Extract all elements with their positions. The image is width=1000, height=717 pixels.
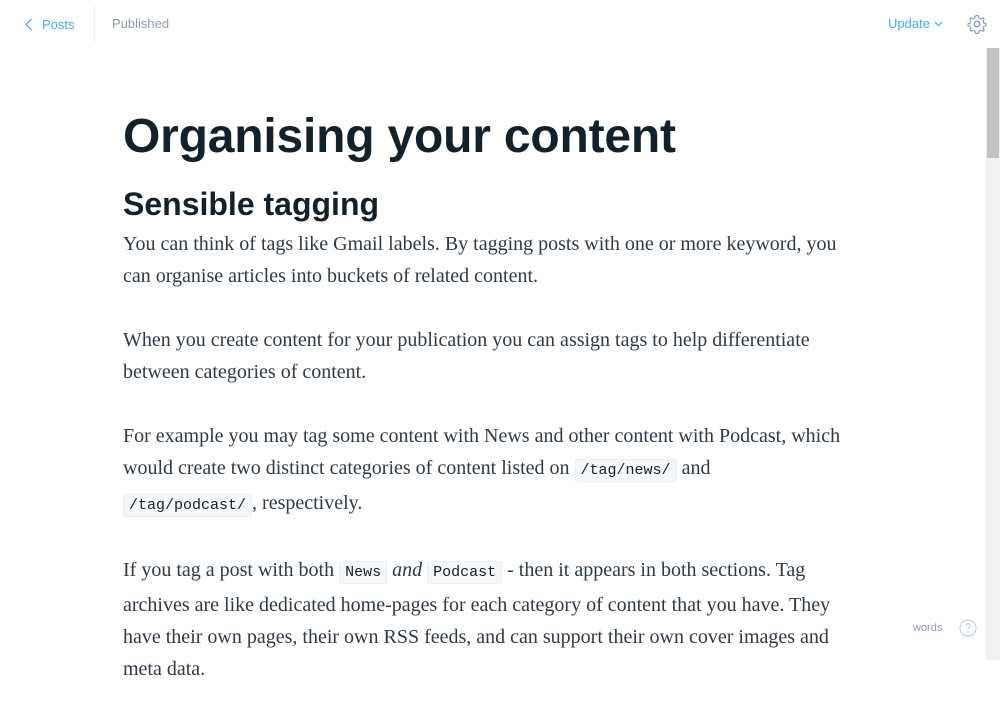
post-editor[interactable]: Organising your content Sensible tagging… <box>123 108 863 717</box>
header-divider <box>94 6 95 42</box>
paragraph-1: You can think of tags like Gmail labels.… <box>123 233 837 287</box>
inline-code: Podcast <box>427 561 503 584</box>
text-segment: For example you may tag some content wit… <box>123 425 841 479</box>
help-icon[interactable] <box>959 619 977 637</box>
scrollbar-thumb[interactable] <box>987 48 999 158</box>
update-label: Update <box>888 16 930 31</box>
inline-code: News <box>339 561 388 584</box>
text-segment: and <box>676 457 711 479</box>
editor-header: Posts Published Update <box>0 0 1000 48</box>
inline-code: /tag/news/ <box>574 459 677 482</box>
paragraph-2: When you create content for your publica… <box>123 329 810 383</box>
post-title[interactable]: Organising your content <box>123 108 863 166</box>
post-status: Published <box>112 16 170 31</box>
gear-icon[interactable] <box>967 14 987 34</box>
text-segment: , respectively. <box>252 492 363 514</box>
paragraph-4: If you tag a post with both News and Pod… <box>123 554 863 685</box>
back-to-posts-link[interactable]: Posts <box>24 14 75 34</box>
inline-code: /tag/podcast/ <box>123 494 253 517</box>
paragraph-3: For example you may tag some content wit… <box>123 420 863 522</box>
section-heading: Sensible tagging <box>123 186 380 222</box>
chevron-down-icon <box>934 21 943 27</box>
chevron-left-icon <box>25 18 32 30</box>
word-count: words <box>913 622 943 634</box>
text-segment: If you tag a post with both <box>123 559 340 581</box>
emphasis-text: and <box>392 559 423 581</box>
back-label: Posts <box>42 16 75 32</box>
update-dropdown-button[interactable]: Update <box>888 16 943 31</box>
